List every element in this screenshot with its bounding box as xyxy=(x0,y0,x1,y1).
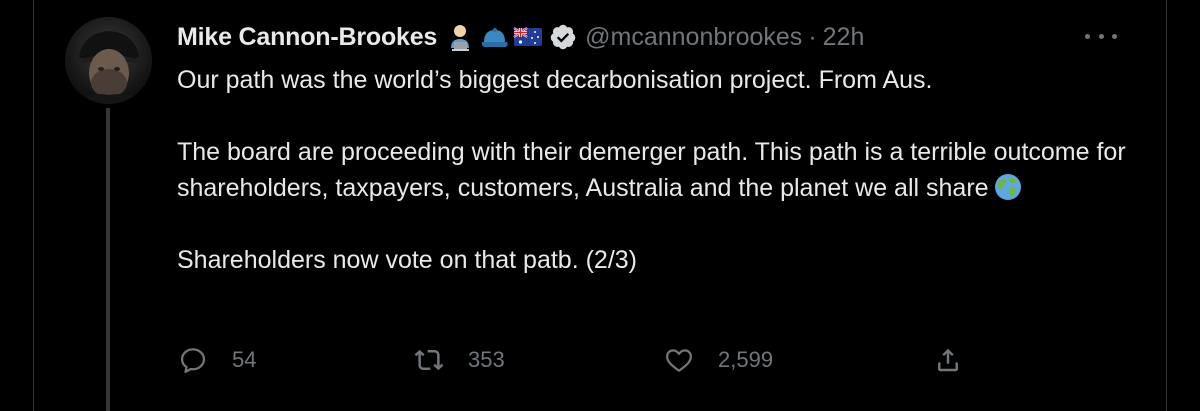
globe-emoji-icon xyxy=(994,174,1021,200)
heart-icon xyxy=(666,349,692,372)
retweet-icon xyxy=(414,349,444,371)
thread-connector-line xyxy=(106,108,110,411)
avatar-photo xyxy=(65,17,152,104)
retweet-count: 353 xyxy=(468,347,505,372)
tweet-header: Mike Cannon-Brookes @mcannonbrookes · 22… xyxy=(177,18,864,56)
more-dot xyxy=(1098,33,1104,39)
author-handle[interactable]: @mcannonbrookes xyxy=(585,23,802,52)
author-name[interactable]: Mike Cannon-Brookes xyxy=(177,23,437,52)
verified-badge-icon xyxy=(550,24,576,50)
cap-emoji-icon xyxy=(481,28,508,47)
share-icon xyxy=(938,348,958,372)
reply-count: 54 xyxy=(232,347,257,372)
avatar[interactable] xyxy=(65,17,152,104)
tweet-paragraph: Shareholders now vote on that patb. (2/3… xyxy=(177,242,1137,278)
more-options-button[interactable] xyxy=(1085,24,1117,48)
tweet-paragraph: The board are proceeding with their deme… xyxy=(177,134,1137,206)
tweet-timestamp[interactable]: 22h xyxy=(823,23,865,52)
like-button[interactable]: 2,599 xyxy=(664,343,773,377)
timeline-border-left xyxy=(33,0,34,411)
tweet-text: Our path was the world’s biggest decarbo… xyxy=(177,62,1137,278)
like-count: 2,599 xyxy=(718,347,774,372)
technologist-emoji-icon xyxy=(451,25,470,51)
reply-button[interactable]: 54 xyxy=(178,343,256,377)
tweet-paragraph-text: The board are proceeding with their deme… xyxy=(177,138,1126,202)
retweet-button[interactable]: 353 xyxy=(414,343,505,377)
tweet-paragraph-text: Shareholders now vote on that patb. (2/3… xyxy=(177,246,638,274)
reply-icon xyxy=(180,348,206,373)
share-button[interactable] xyxy=(933,343,963,377)
timeline-border-right xyxy=(1166,0,1167,411)
header-separator: · xyxy=(808,22,817,51)
more-dot xyxy=(1112,33,1117,39)
author-emoji-badges xyxy=(445,22,543,52)
australia-flag-emoji-icon xyxy=(513,27,543,46)
tweet-paragraph: Our path was the world’s biggest decarbo… xyxy=(177,62,1137,98)
more-dot xyxy=(1085,33,1090,39)
tweet-paragraph-text: Our path was the world’s biggest decarbo… xyxy=(177,66,933,94)
